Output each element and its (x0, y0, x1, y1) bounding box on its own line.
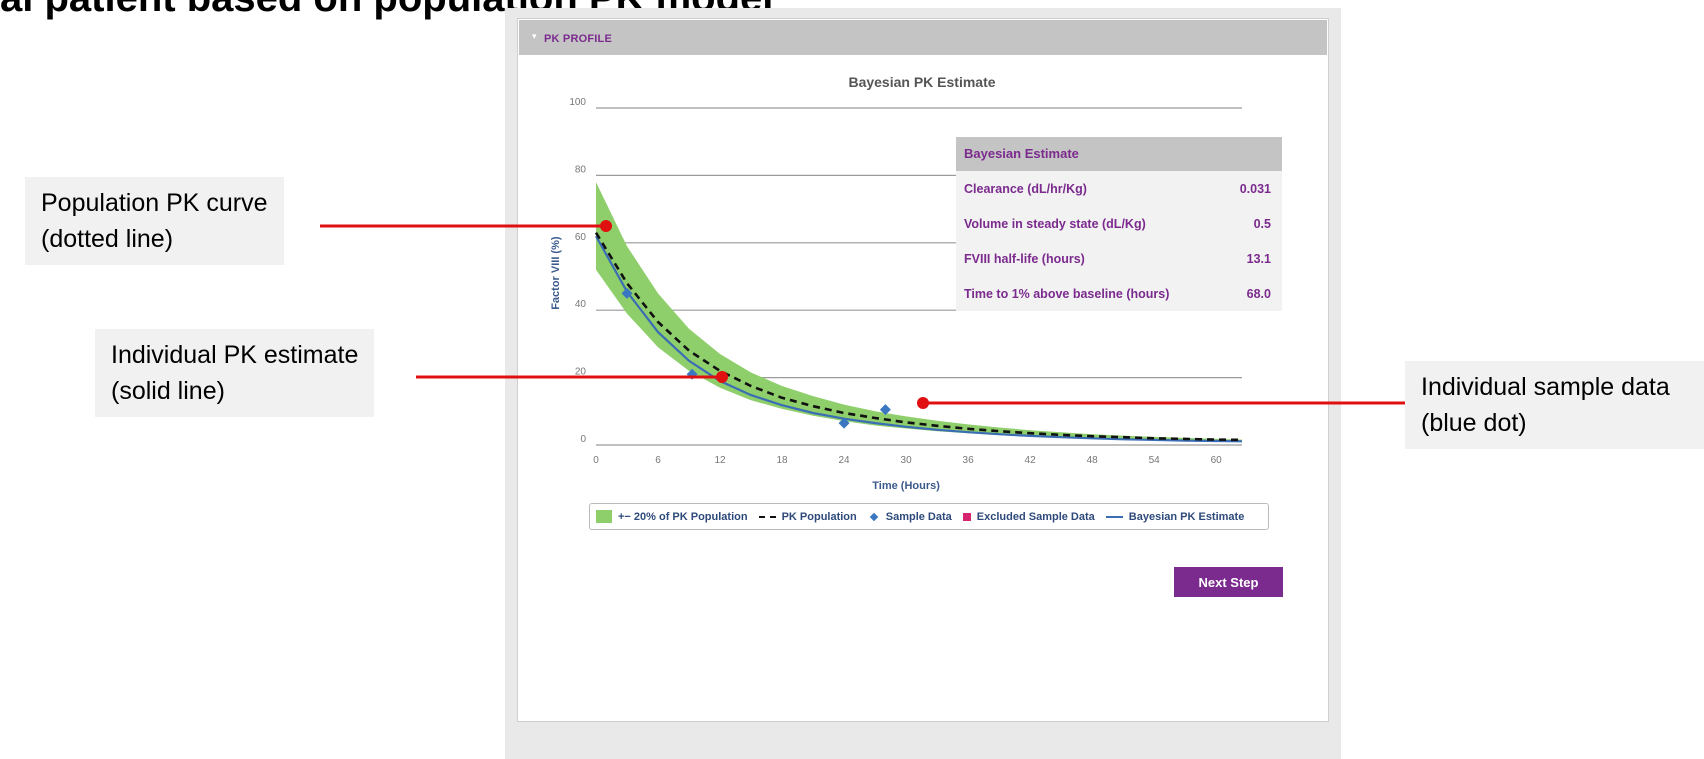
legend-label: Excluded Sample Data (976, 510, 1095, 523)
chart-legend: +− 20% of PK Population PK Population Sa… (589, 503, 1269, 530)
x-tick-label: 48 (1087, 455, 1099, 466)
callout-line: (solid line) (111, 377, 225, 405)
estimate-label: FVIII half-life (hours) (964, 251, 1085, 266)
estimate-label: Time to 1% above baseline (hours) (964, 286, 1170, 301)
app-frame: ▾ PK PROFILE Bayesian PK Estimate 0 20 40 6… (505, 8, 1341, 759)
legend-item-population[interactable]: PK Population (758, 510, 857, 523)
callout-sample: Individual sample data (blue dot) (1405, 361, 1704, 449)
callout-line: Individual PK estimate (111, 341, 359, 369)
y-tick-label: 80 (575, 164, 587, 175)
estimate-row: Clearance (dL/hr/Kg) 0.031 (956, 171, 1282, 206)
estimate-row: Volume in steady state (dL/Kg) 0.5 (956, 206, 1282, 241)
estimate-value: 13.1 (1246, 251, 1271, 266)
legend-item-samples[interactable]: Sample Data (868, 511, 952, 523)
estimate-value: 68.0 (1246, 286, 1271, 301)
y-tick-label: 20 (575, 367, 587, 378)
estimate-row: Time to 1% above baseline (hours) 68.0 (956, 276, 1282, 311)
x-tick-label: 60 (1211, 455, 1223, 466)
x-tick-label: 24 (839, 455, 851, 466)
estimate-label: Clearance (dL/hr/Kg) (964, 181, 1087, 196)
x-tick-label: 36 (963, 455, 975, 466)
dashed-line-icon (758, 515, 776, 518)
callout-line: Individual sample data (1421, 373, 1670, 401)
x-axis-title: Time (Hours) (872, 480, 940, 492)
legend-label: Bayesian PK Estimate (1128, 510, 1245, 523)
estimate-table-header: Bayesian Estimate (956, 137, 1282, 171)
y-axis-title: Factor VIII (%) (550, 236, 562, 310)
x-tick-label: 6 (655, 455, 661, 466)
solid-line-icon (1105, 515, 1123, 518)
legend-label: +− 20% of PK Population (618, 510, 748, 523)
legend-item-excluded[interactable]: Excluded Sample Data (962, 510, 1095, 523)
legend-label: Sample Data (885, 510, 952, 523)
x-tick-label: 30 (901, 455, 913, 466)
legend-label: PK Population (781, 510, 857, 523)
callout-individual: Individual PK estimate (solid line) (95, 329, 375, 417)
callout-line: (dotted line) (41, 225, 174, 253)
y-tick-label: 0 (580, 434, 586, 445)
legend-item-band[interactable]: +− 20% of PK Population (596, 510, 748, 523)
estimate-value: 0.031 (1239, 181, 1271, 196)
callout-population: Population PK curve (dotted line) (25, 177, 284, 265)
y-tick-label: 60 (575, 232, 587, 243)
diamond-icon (869, 512, 878, 521)
square-icon (962, 512, 971, 521)
pk-profile-panel: ▾ PK PROFILE Bayesian PK Estimate 0 20 40 6… (517, 18, 1329, 722)
x-tick-label: 54 (1149, 455, 1161, 466)
callout-line: (blue dot) (1421, 409, 1527, 437)
bayesian-estimate-table: Bayesian Estimate Clearance (dL/hr/Kg) 0… (956, 137, 1282, 311)
next-step-button[interactable]: Next Step (1174, 567, 1283, 597)
estimate-value: 0.5 (1253, 216, 1271, 231)
legend-item-estimate[interactable]: Bayesian PK Estimate (1105, 510, 1245, 523)
callout-line: Population PK curve (41, 189, 268, 217)
y-tick-label: 40 (575, 299, 587, 310)
estimate-row: FVIII half-life (hours) 13.1 (956, 241, 1282, 276)
x-tick-label: 12 (714, 455, 726, 466)
x-tick-label: 18 (776, 455, 788, 466)
y-tick-label: 100 (569, 97, 586, 108)
x-tick-label: 42 (1025, 455, 1037, 466)
estimate-label: Volume in steady state (dL/Kg) (964, 216, 1146, 231)
band-swatch-icon (596, 510, 612, 523)
x-tick-label: 0 (593, 455, 599, 466)
